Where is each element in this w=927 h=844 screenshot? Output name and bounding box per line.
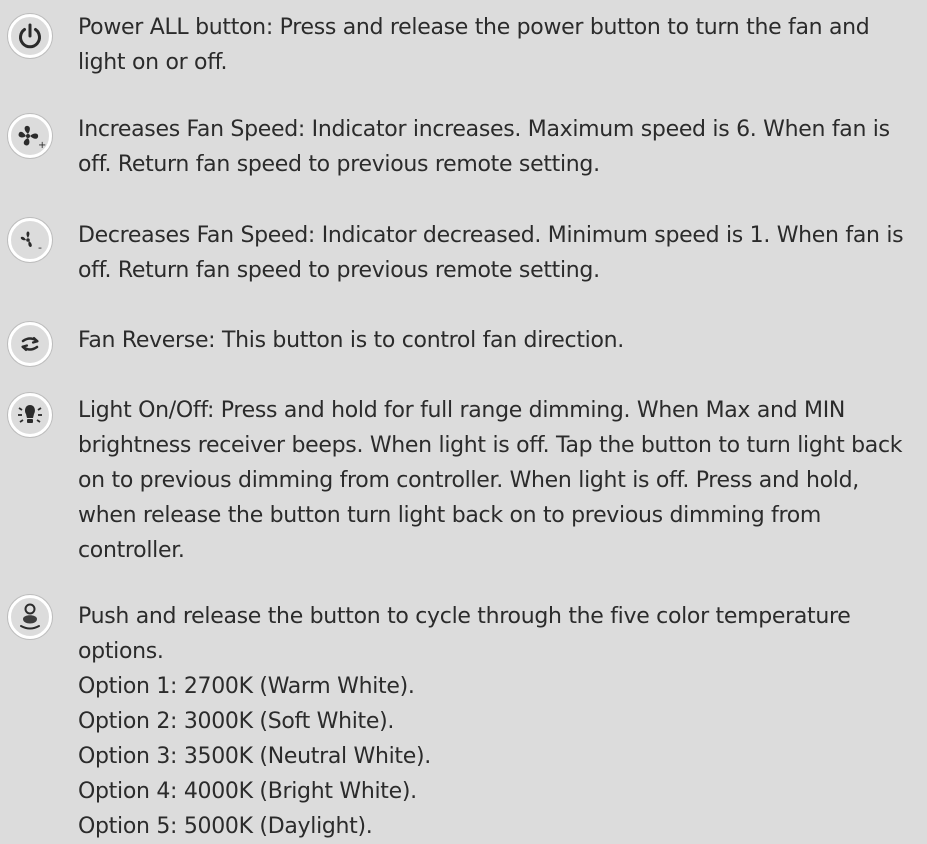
fan-reverse-icon (8, 322, 52, 366)
option-line: Option 3: 3500K (Neutral White). (78, 744, 431, 769)
text-line: Push and release the button to cycle thr… (78, 604, 851, 629)
option-line: Option 1: 2700K (Warm White). (78, 674, 415, 699)
text-line: controller. (78, 538, 185, 563)
text-line: off. Return fan speed to previous remote… (78, 152, 600, 177)
option-line: Option 2: 3000K (Soft White). (78, 709, 395, 734)
fan-speed-down-icon: - (8, 218, 52, 262)
text-line: Fan Reverse: This button is to control f… (78, 328, 624, 353)
fan-reverse-description: Fan Reverse: This button is to control f… (78, 323, 923, 358)
fan-speed-up-description: Increases Fan Speed: Indicator increases… (78, 112, 923, 182)
power-icon (8, 14, 52, 58)
text-line: Light On/Off: Press and hold for full ra… (78, 398, 846, 423)
svg-text:+: + (38, 140, 46, 151)
light-description: Light On/Off: Press and hold for full ra… (78, 393, 923, 568)
power-description: Power ALL button: Press and release the … (78, 10, 923, 80)
text-line: Decreases Fan Speed: Indicator decreased… (78, 223, 904, 248)
svg-text:-: - (38, 241, 42, 254)
color-temperature-description: Push and release the button to cycle thr… (78, 599, 923, 844)
text-line: Power ALL button: Press and release the … (78, 15, 870, 40)
fan-speed-up-icon: + (8, 114, 52, 158)
option-line: Option 5: 5000K (Daylight). (78, 814, 373, 839)
color-temperature-icon (8, 595, 52, 639)
text-line: options. (78, 639, 164, 664)
option-line: Option 4: 4000K (Bright White). (78, 779, 417, 804)
text-line: brightness receiver beeps. When light is… (78, 433, 903, 458)
text-line: on to previous dimming from controller. … (78, 468, 859, 493)
text-line: light on or off. (78, 50, 228, 75)
fan-speed-down-description: Decreases Fan Speed: Indicator decreased… (78, 218, 923, 288)
text-line: off. Return fan speed to previous remote… (78, 258, 600, 283)
text-line: Increases Fan Speed: Indicator increases… (78, 117, 890, 142)
light-bulb-icon (8, 393, 52, 437)
text-line: when release the button turn light back … (78, 503, 822, 528)
